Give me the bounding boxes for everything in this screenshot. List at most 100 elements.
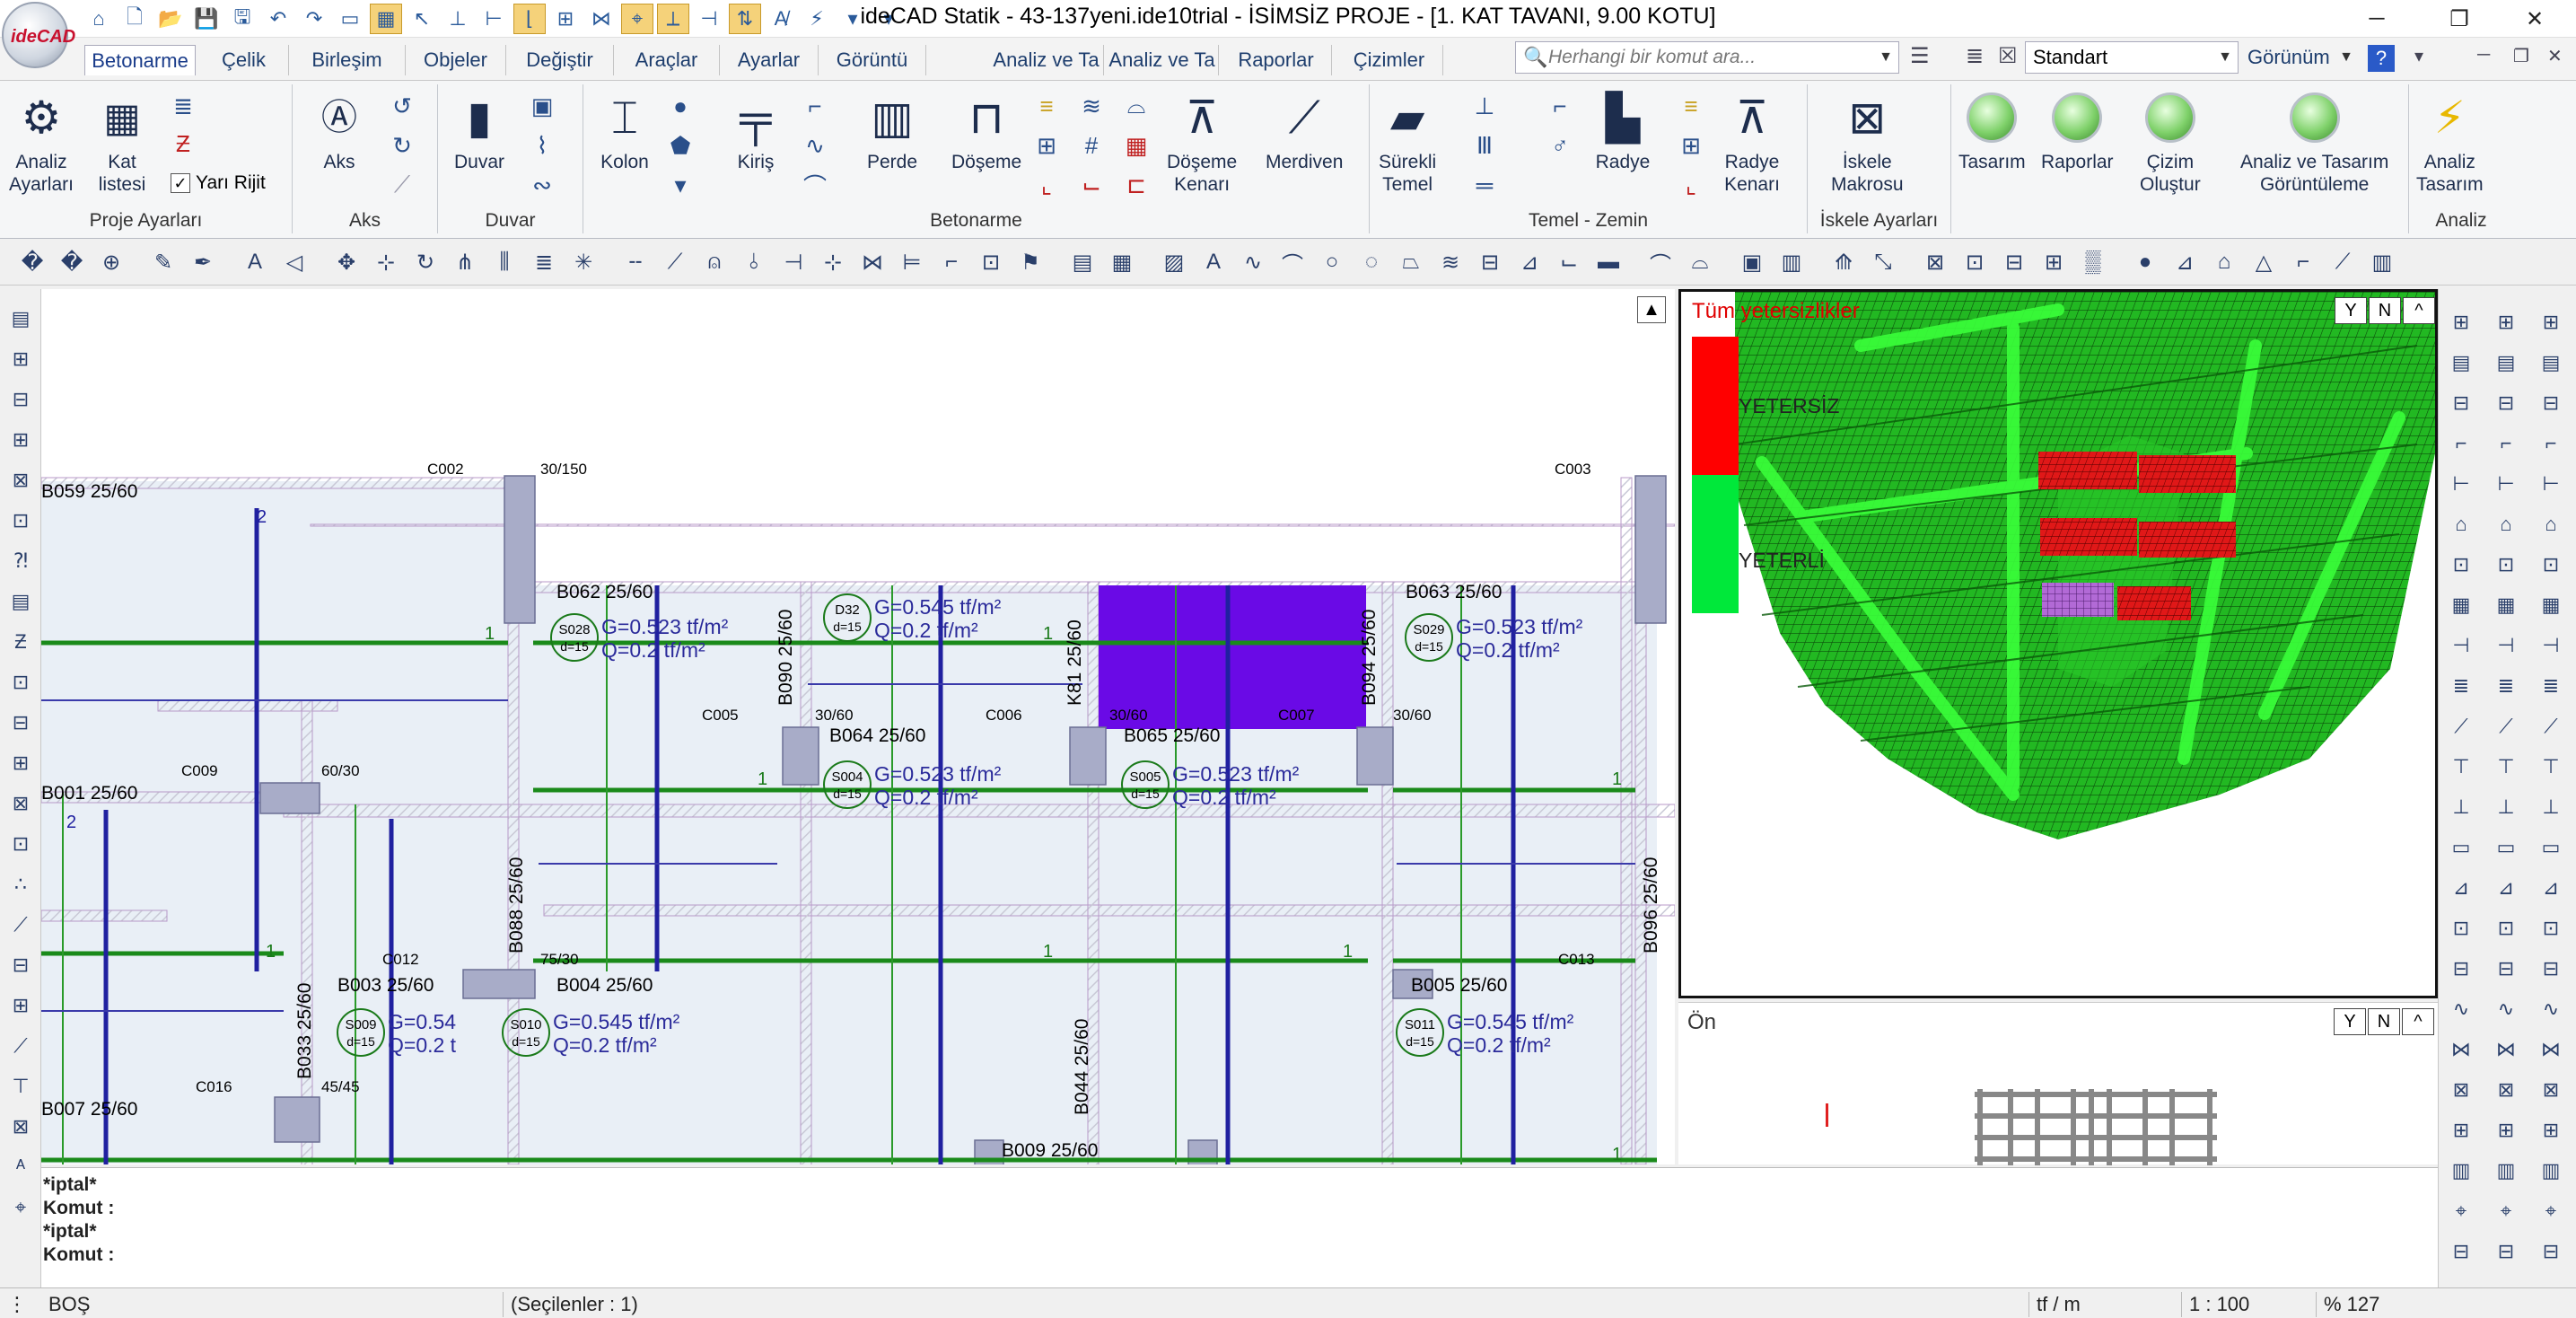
right-tool-0-8-icon[interactable]: ⊣ xyxy=(2446,630,2476,661)
snap-line-icon[interactable]: ⟂ xyxy=(657,4,689,34)
right-tool-1-13-icon[interactable]: ▭ xyxy=(2491,832,2521,863)
slab-grid-icon[interactable]: ⊞ xyxy=(1030,129,1063,162)
column[interactable] xyxy=(274,1096,320,1143)
right-tool-2-13-icon[interactable]: ▭ xyxy=(2536,832,2566,863)
wall-box-icon[interactable]: ▣ xyxy=(526,90,558,122)
draw-tool-35-icon[interactable]: ∿ xyxy=(1237,246,1269,278)
draw-tool-25-icon[interactable]: ⊨ xyxy=(896,246,928,278)
draw-tool-53-icon[interactable]: ⤡ xyxy=(1867,246,1899,278)
left-tool-9-icon[interactable]: ⊡ xyxy=(5,667,36,698)
draw-tool-20-icon[interactable]: ⍝ xyxy=(698,246,731,278)
draw-tool-47-icon[interactable]: ⌓ xyxy=(1684,246,1716,278)
wall-curve-icon[interactable]: ∾ xyxy=(526,169,558,201)
draw-tool-31-icon[interactable]: ▦ xyxy=(1106,246,1138,278)
slab-red-grid-icon[interactable]: ▦ xyxy=(1120,129,1152,162)
draw-tool-28-icon[interactable]: ⚑ xyxy=(1014,246,1047,278)
status-unit[interactable]: tf / m xyxy=(2028,1292,2181,1317)
right-tool-1-11-icon[interactable]: ⊤ xyxy=(2491,751,2521,782)
draw-tool-8-icon[interactable]: ◁ xyxy=(278,246,311,278)
restore-button[interactable]: ❐ xyxy=(2418,0,2501,38)
slab-corner2-icon[interactable]: ⌙ xyxy=(1075,169,1108,201)
column[interactable] xyxy=(782,726,819,786)
right-tool-1-9-icon[interactable]: ≣ xyxy=(2491,671,2521,701)
left-tool-3-icon[interactable]: ⊞ xyxy=(5,425,36,455)
wall-poly-icon[interactable]: ⌇ xyxy=(526,129,558,162)
left-tool-5-icon[interactable]: ⊡ xyxy=(5,505,36,536)
left-tool-0-icon[interactable]: ▤ xyxy=(5,303,36,334)
right-tool-1-1-icon[interactable]: ▤ xyxy=(2491,347,2521,378)
tab-çizimler[interactable]: Çizimler xyxy=(1336,45,1443,75)
slab-corner3-icon[interactable]: ⊏ xyxy=(1120,169,1152,201)
right-tool-2-8-icon[interactable]: ⊣ xyxy=(2536,630,2566,661)
minimize-button[interactable]: ─ xyxy=(2335,0,2418,38)
beam-z-icon[interactable]: Ƶ xyxy=(167,127,199,160)
iskele-makrosu-button[interactable]: ⊠ İskele Makrosu xyxy=(1831,88,1904,196)
footing-icon[interactable]: ⊥ xyxy=(1468,90,1501,122)
snap-node-icon[interactable]: ⌖ xyxy=(621,4,653,34)
plan-view[interactable]: B059 25/60 B062 25/60 B063 25/60 B064 25/60… xyxy=(41,289,1675,1164)
draw-tool-43-icon[interactable]: ⌙ xyxy=(1553,246,1585,278)
kat-listesi-button[interactable]: ▦ Kat listesi xyxy=(93,88,151,196)
grid-toggle-icon[interactable]: ▦ xyxy=(370,4,402,34)
command-console[interactable]: *iptal* Komut : *iptal* Komut : xyxy=(41,1167,2438,1287)
checkbox-icon[interactable]: ☒ xyxy=(1998,43,2018,69)
left-tool-22-icon[interactable]: ⌖ xyxy=(5,1192,36,1223)
right-tool-2-9-icon[interactable]: ≣ xyxy=(2536,671,2566,701)
snap-perp-icon[interactable]: ⊣ xyxy=(693,4,725,34)
right-tool-0-14-icon[interactable]: ⊿ xyxy=(2446,873,2476,903)
draw-tool-62-icon[interactable]: ⊿ xyxy=(2169,246,2201,278)
draw-tool-7-icon[interactable]: A xyxy=(239,246,271,278)
right-tool-1-17-icon[interactable]: ∿ xyxy=(2491,994,2521,1024)
left-tool-17-icon[interactable]: ⊞ xyxy=(5,990,36,1021)
style-select[interactable]: Standart ▼ xyxy=(2025,41,2239,74)
right-tool-2-19-icon[interactable]: ⊠ xyxy=(2536,1075,2566,1105)
draw-tool-21-icon[interactable]: ⫰ xyxy=(738,246,770,278)
left-tool-14-icon[interactable]: ∴ xyxy=(5,869,36,900)
raft-grid-icon[interactable]: ⊞ xyxy=(1675,129,1707,162)
right-tool-0-21-icon[interactable]: ▥ xyxy=(2446,1155,2476,1186)
snap-end-icon[interactable]: ⌊ xyxy=(513,4,546,34)
left-tool-13-icon[interactable]: ⊡ xyxy=(5,829,36,859)
layer-stack-icon[interactable]: ≣ xyxy=(1966,43,1984,69)
3d-view[interactable]: Tüm yetersizlikler YETERSİZ YETERLİ Y N … xyxy=(1678,289,2438,998)
slab-hatch-icon[interactable]: ≋ xyxy=(1075,90,1108,122)
right-tool-1-3-icon[interactable]: ⌐ xyxy=(2491,428,2521,459)
right-tool-1-22-icon[interactable]: ⌖ xyxy=(2491,1196,2521,1226)
draw-tool-52-icon[interactable]: ⟰ xyxy=(1827,246,1860,278)
lightning-icon[interactable]: ⚡ xyxy=(801,4,833,34)
stack-icon[interactable]: ≣ xyxy=(167,90,199,122)
collapse-view-button[interactable]: ^ xyxy=(2403,297,2435,324)
right-tool-0-9-icon[interactable]: ≣ xyxy=(2446,671,2476,701)
tab-değiştir[interactable]: Değiştir xyxy=(506,45,614,75)
draw-tool-55-icon[interactable]: ⊠ xyxy=(1919,246,1951,278)
right-tool-2-6-icon[interactable]: ⊡ xyxy=(2536,549,2566,580)
grid-snap-icon[interactable]: ⊞ xyxy=(549,4,582,34)
right-tool-1-0-icon[interactable]: ⊞ xyxy=(2491,307,2521,338)
right-tool-2-1-icon[interactable]: ▤ xyxy=(2536,347,2566,378)
column-poly-icon[interactable]: ⬟ xyxy=(664,129,697,162)
draw-tool-67-icon[interactable]: ▥ xyxy=(2366,246,2398,278)
left-tool-2-icon[interactable]: ⊟ xyxy=(5,384,36,415)
draw-tool-11-icon[interactable]: ⊹ xyxy=(370,246,402,278)
left-tool-7-icon[interactable]: ▤ xyxy=(5,586,36,617)
dropdown-icon[interactable]: ▾ xyxy=(837,4,869,34)
close-button[interactable]: ✕ xyxy=(2493,0,2576,38)
redo-icon[interactable]: ↷ xyxy=(298,4,330,34)
kolon-button[interactable]: ⌶ Kolon xyxy=(596,88,653,173)
analiz-tasarim-button[interactable]: ⚡ Analiz Tasarım xyxy=(2416,88,2484,196)
slab-corner-icon[interactable]: ⌞ xyxy=(1030,169,1063,201)
home-icon[interactable]: ⌂ xyxy=(83,4,115,34)
draw-tool-61-icon[interactable]: ● xyxy=(2129,246,2161,278)
right-tool-0-3-icon[interactable]: ⌐ xyxy=(2446,428,2476,459)
beam-band[interactable] xyxy=(301,699,313,1164)
right-tool-2-2-icon[interactable]: ⊟ xyxy=(2536,388,2566,418)
right-tool-0-0-icon[interactable]: ⊞ xyxy=(2446,307,2476,338)
beam-curve-icon[interactable]: ∿ xyxy=(799,129,831,162)
column-cap-icon[interactable]: ▾ xyxy=(664,169,697,201)
anchor-icon[interactable]: ♂ xyxy=(1544,129,1576,162)
draw-tool-22-icon[interactable]: ⊣ xyxy=(777,246,810,278)
pile-icon[interactable]: Ⅲ xyxy=(1468,129,1501,162)
column[interactable] xyxy=(1069,726,1107,786)
left-tool-15-icon[interactable]: ⟋ xyxy=(5,909,36,940)
plan-drawing[interactable]: B059 25/60 B062 25/60 B063 25/60 B064 25/60… xyxy=(41,289,1675,1164)
